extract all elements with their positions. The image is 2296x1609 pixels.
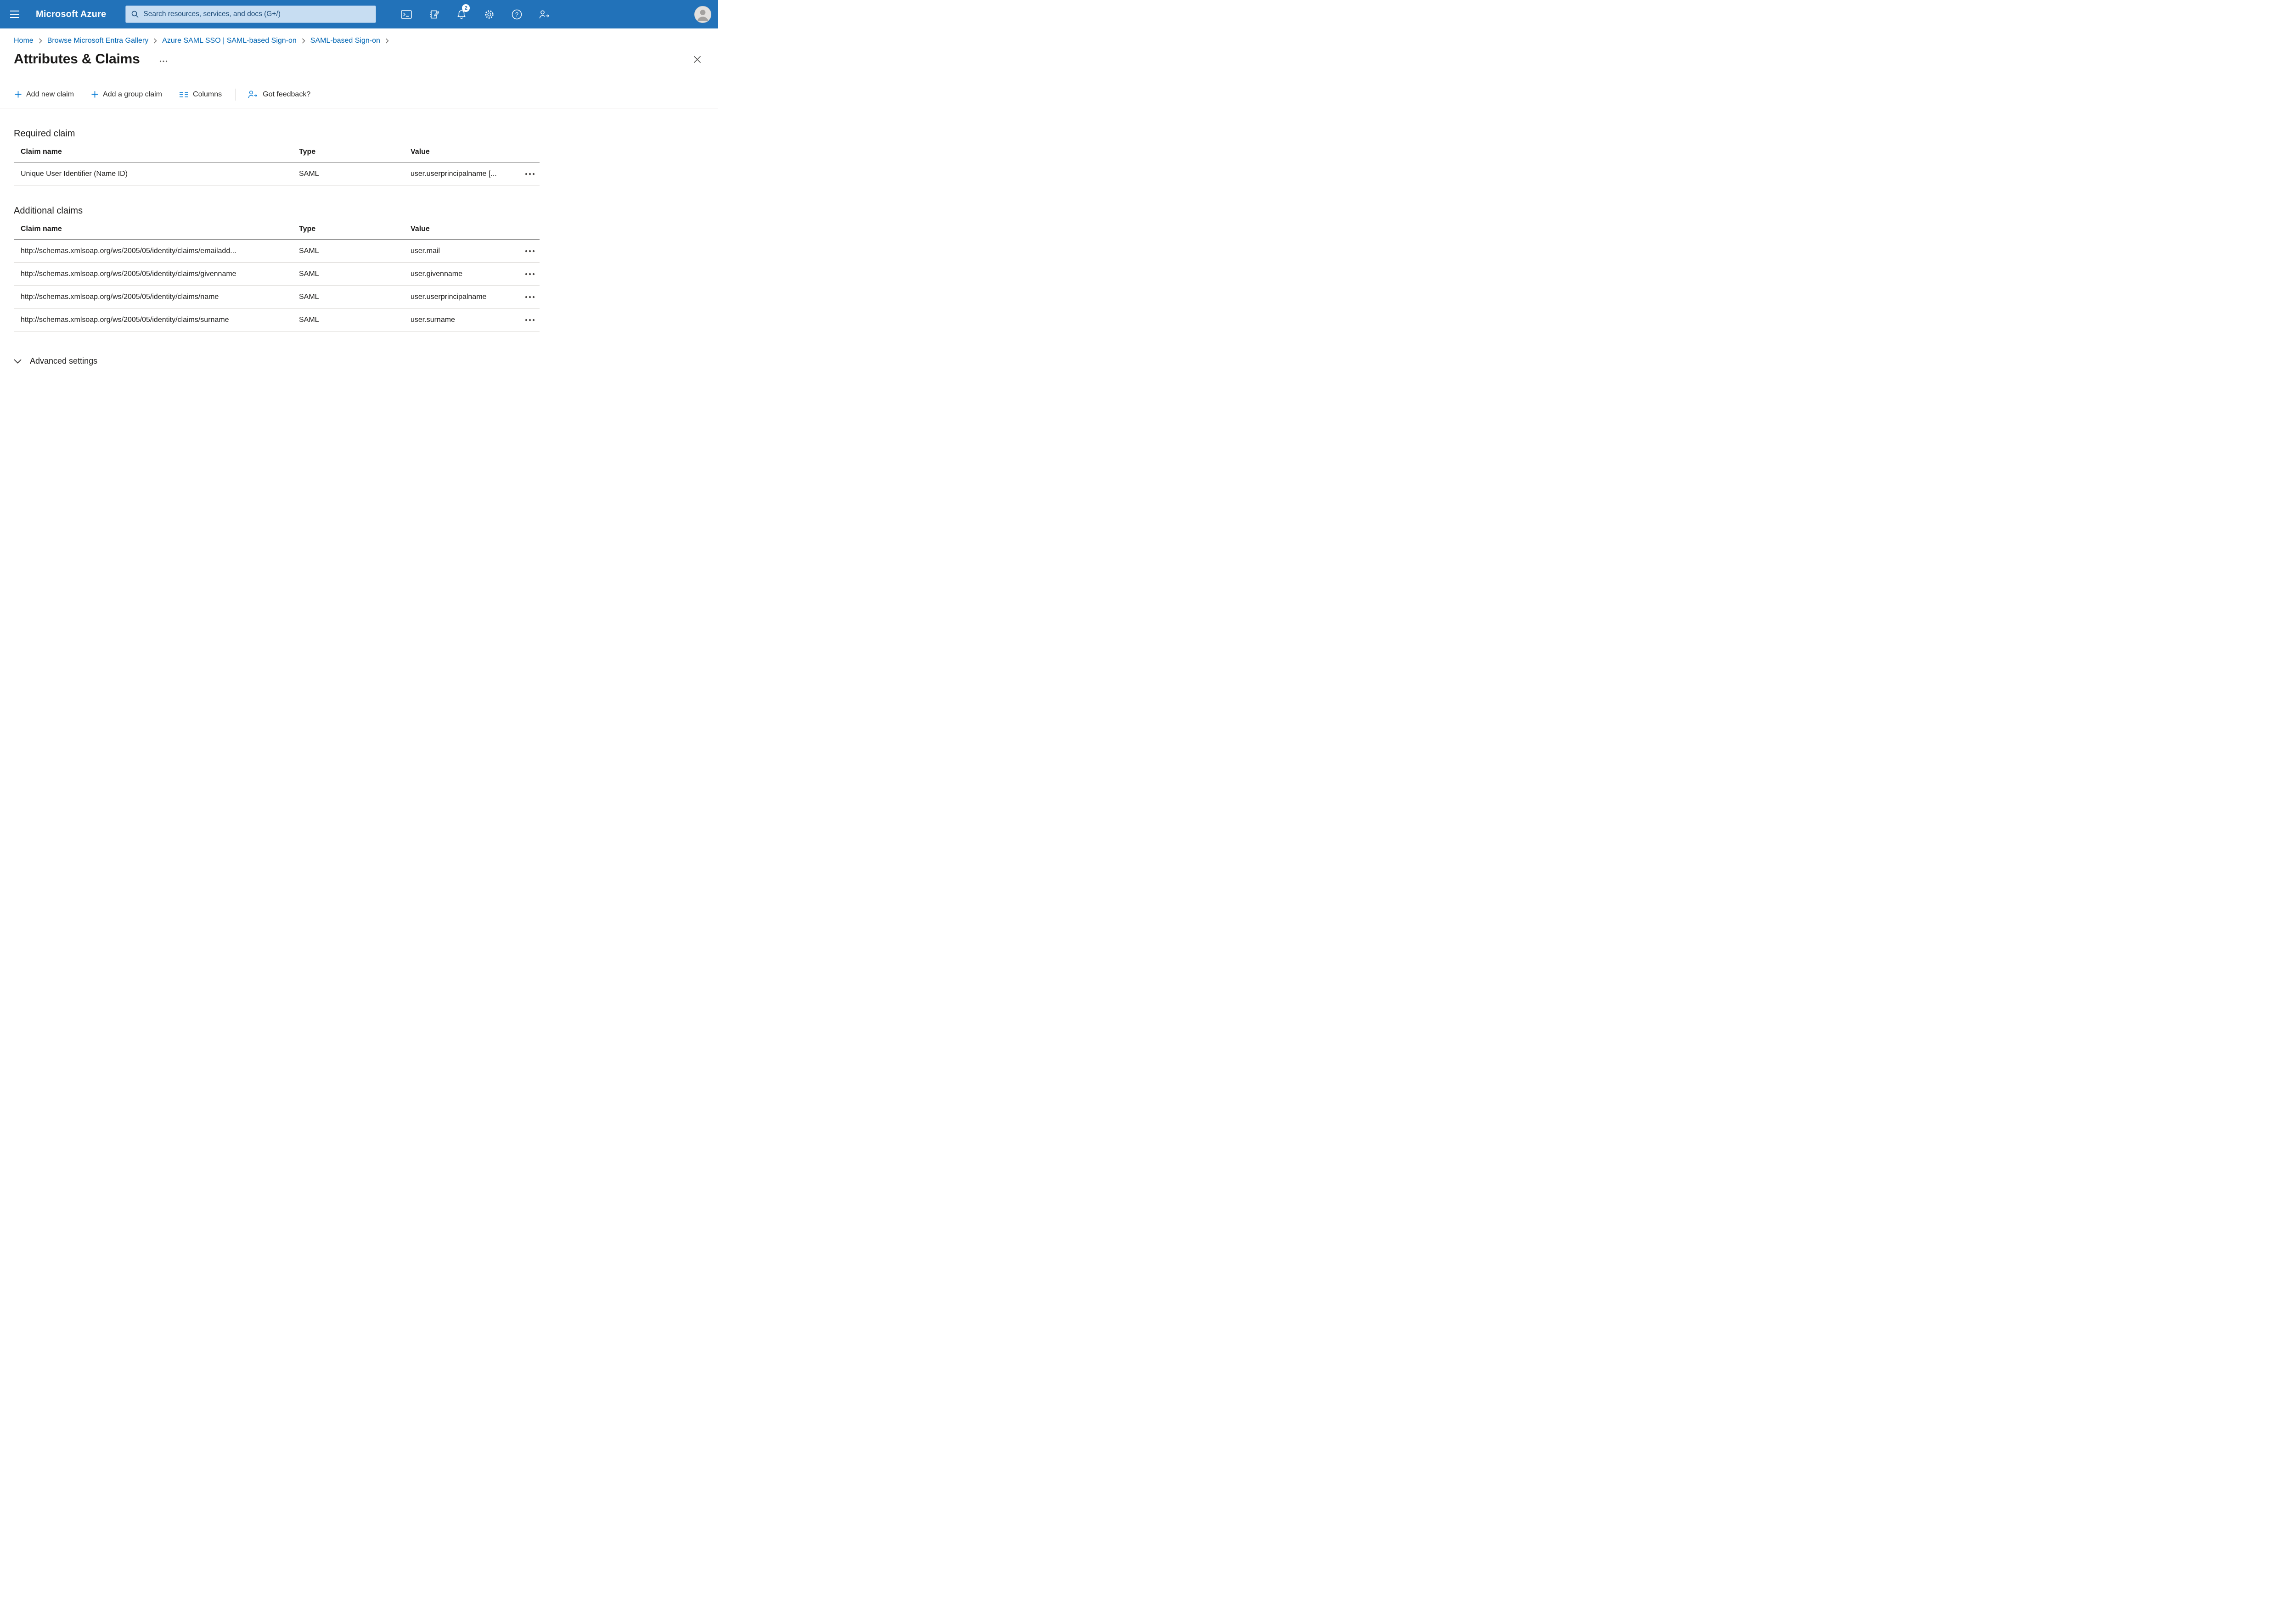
column-header-type: Type xyxy=(292,218,404,240)
help-icon[interactable]: ? xyxy=(506,0,527,28)
claim-type-cell: SAML xyxy=(292,285,404,309)
columns-button[interactable]: Columns xyxy=(179,89,223,101)
azure-portal-page: Microsoft Azure 2 ? xyxy=(0,0,718,402)
row-context-menu-icon[interactable] xyxy=(521,170,539,178)
add-group-claim-button[interactable]: Add a group claim xyxy=(90,89,163,101)
breadcrumb-azure-saml-sso[interactable]: Azure SAML SSO | SAML-based Sign-on xyxy=(162,37,297,45)
plus-icon xyxy=(15,91,22,98)
additional-claims-heading: Additional claims xyxy=(14,206,83,216)
claim-type-cell: SAML xyxy=(292,239,404,263)
notification-badge: 2 xyxy=(462,4,470,12)
title-row: Attributes & Claims xyxy=(0,45,718,67)
feedback-person-icon xyxy=(248,90,257,98)
advanced-settings-toggle[interactable]: Advanced settings xyxy=(14,356,97,366)
breadcrumb: Home Browse Microsoft Entra Gallery Azur… xyxy=(0,28,718,45)
table-header-row: Claim name Type Value xyxy=(14,141,540,163)
hamburger-menu-icon[interactable] xyxy=(0,0,29,28)
title-more-menu-icon[interactable] xyxy=(159,60,168,62)
row-context-menu-icon[interactable] xyxy=(521,316,539,324)
column-header-value: Value xyxy=(404,141,514,163)
additional-claims-table: Claim name Type Value http://schemas.xml… xyxy=(14,218,540,332)
plus-icon xyxy=(91,91,98,98)
claim-value-cell: user.userprincipalname xyxy=(404,285,514,309)
got-feedback-label: Got feedback? xyxy=(263,90,311,98)
claim-name-cell: http://schemas.xmlsoap.org/ws/2005/05/id… xyxy=(14,308,292,332)
columns-label: Columns xyxy=(193,90,222,98)
claim-name-cell: http://schemas.xmlsoap.org/ws/2005/05/id… xyxy=(14,239,292,263)
column-header-menu xyxy=(514,141,540,163)
claim-row[interactable]: http://schemas.xmlsoap.org/ws/2005/05/id… xyxy=(14,308,540,332)
chevron-down-icon xyxy=(14,359,22,364)
svg-text:?: ? xyxy=(515,11,518,18)
search-icon xyxy=(132,11,139,18)
column-header-claim-name: Claim name xyxy=(14,218,292,240)
breadcrumb-home[interactable]: Home xyxy=(14,37,34,45)
claim-name-cell: http://schemas.xmlsoap.org/ws/2005/05/id… xyxy=(14,285,292,309)
directory-subscription-filter-icon[interactable] xyxy=(423,0,445,28)
claim-value-cell: user.givenname xyxy=(404,262,514,286)
azure-home-link[interactable]: Microsoft Azure xyxy=(36,9,106,20)
breadcrumb-separator xyxy=(385,38,389,44)
claim-value-cell: user.surname xyxy=(404,308,514,332)
advanced-settings-label: Advanced settings xyxy=(30,356,98,366)
claim-type-cell: SAML xyxy=(292,308,404,332)
breadcrumb-separator xyxy=(302,38,305,44)
settings-gear-icon[interactable] xyxy=(478,0,500,28)
claim-type-cell: SAML xyxy=(292,162,404,186)
claim-name-cell: Unique User Identifier (Name ID) xyxy=(14,162,292,186)
required-claim-table: Claim name Type Value Unique User Identi… xyxy=(14,141,540,186)
breadcrumb-entra-gallery[interactable]: Browse Microsoft Entra Gallery xyxy=(47,37,149,45)
breadcrumb-separator xyxy=(39,38,42,44)
row-context-menu-icon[interactable] xyxy=(521,247,539,255)
search-input[interactable] xyxy=(143,10,371,18)
cloud-shell-icon[interactable] xyxy=(396,0,417,28)
column-header-value: Value xyxy=(404,218,514,240)
global-search-box xyxy=(125,6,377,23)
claim-value-cell: user.mail xyxy=(404,239,514,263)
breadcrumb-saml-based-signon[interactable]: SAML-based Sign-on xyxy=(310,37,380,45)
feedback-icon[interactable] xyxy=(534,0,555,28)
top-bar: Microsoft Azure 2 ? xyxy=(0,0,718,28)
columns-icon xyxy=(180,91,189,97)
claim-row[interactable]: http://schemas.xmlsoap.org/ws/2005/05/id… xyxy=(14,239,540,263)
got-feedback-button[interactable]: Got feedback? xyxy=(246,88,311,101)
table-header-row: Claim name Type Value xyxy=(14,218,540,240)
claim-row[interactable]: Unique User Identifier (Name ID) SAML us… xyxy=(14,162,540,186)
notifications-bell-icon[interactable]: 2 xyxy=(451,0,472,28)
claim-row[interactable]: http://schemas.xmlsoap.org/ws/2005/05/id… xyxy=(14,285,540,309)
claim-type-cell: SAML xyxy=(292,262,404,286)
add-group-claim-label: Add a group claim xyxy=(103,90,163,98)
add-new-claim-button[interactable]: Add new claim xyxy=(14,89,75,101)
row-context-menu-icon[interactable] xyxy=(521,293,539,301)
breadcrumb-separator xyxy=(153,38,157,44)
row-context-menu-icon[interactable] xyxy=(521,270,539,278)
column-header-type: Type xyxy=(292,141,404,163)
page-title: Attributes & Claims xyxy=(14,51,140,67)
claim-value-cell: user.userprincipalname [... xyxy=(404,162,514,186)
claim-row[interactable]: http://schemas.xmlsoap.org/ws/2005/05/id… xyxy=(14,262,540,286)
command-toolbar: Add new claim Add a group claim Columns … xyxy=(0,88,718,101)
column-header-claim-name: Claim name xyxy=(14,141,292,163)
column-header-menu xyxy=(514,218,540,240)
user-avatar[interactable] xyxy=(694,6,711,23)
add-new-claim-label: Add new claim xyxy=(26,90,74,98)
top-bar-icons: 2 ? xyxy=(393,0,558,28)
close-icon[interactable] xyxy=(691,53,704,66)
required-claim-heading: Required claim xyxy=(14,129,75,139)
claim-name-cell: http://schemas.xmlsoap.org/ws/2005/05/id… xyxy=(14,262,292,286)
